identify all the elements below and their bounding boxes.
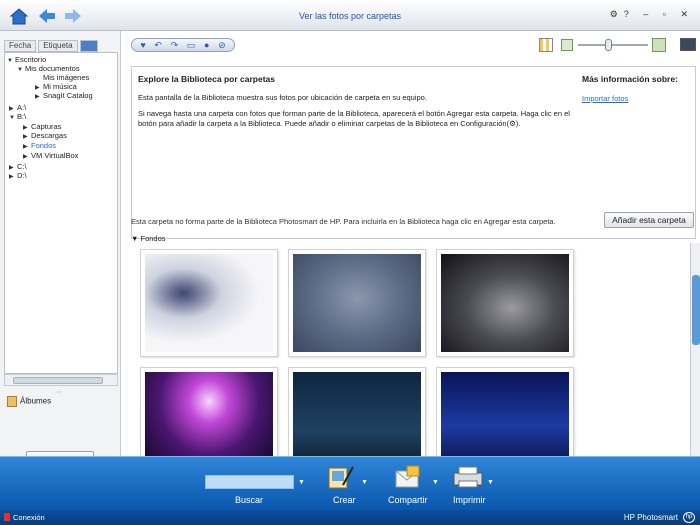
create-dropdown-icon[interactable]: ▼ — [361, 479, 368, 486]
import-photos-link[interactable]: Importar fotos — [582, 94, 628, 103]
photo-image — [293, 254, 421, 352]
tree-horizontal-scrollbar[interactable] — [4, 374, 118, 386]
rotate-left-icon[interactable]: ↶ — [154, 40, 162, 50]
info-paragraph-2: Si navega hasta una carpeta con fotos qu… — [138, 109, 570, 128]
view-tabs: Fecha Etiqueta — [4, 40, 98, 52]
add-folder-button[interactable]: Añadir esta carpeta — [604, 212, 694, 228]
tree-item-d-drive[interactable]: ▶ D:\ — [9, 171, 27, 180]
tab-fecha[interactable]: Fecha — [4, 40, 37, 52]
search-dropdown-icon[interactable]: ▼ — [298, 479, 305, 486]
album-icon — [7, 396, 17, 407]
create-icon[interactable] — [323, 463, 357, 491]
photo-thumbnail[interactable] — [288, 367, 426, 456]
printer-icon[interactable] — [451, 463, 485, 491]
folder-tree[interactable]: ▼ Escritorio ▼ Mis documentos Mis imágenes… — [4, 52, 118, 374]
check-icon[interactable]: ● — [204, 40, 209, 50]
info-paragraph-1: Esta pantalla de la Biblioteca muestra s… — [138, 93, 427, 102]
status-bar: Conexión HP Photosmart hp — [0, 510, 700, 525]
photo-thumbnail[interactable] — [436, 249, 574, 357]
gallery-vertical-scrollbar[interactable] — [690, 243, 700, 456]
zoom-slider[interactable] — [578, 44, 648, 46]
splitter-grip[interactable]: ⋯ — [56, 389, 62, 396]
action-bar: ▼ Buscar ▼ Crear ▼ Compartir ▼ Imprimir — [0, 456, 700, 510]
photo-image — [145, 254, 273, 352]
tree-item-capturas[interactable]: ▶ Capturas — [23, 122, 61, 131]
photo-image — [441, 254, 569, 352]
photo-gallery — [133, 243, 683, 456]
photo-image — [145, 372, 273, 456]
tree-item-c-drive[interactable]: ▶ C:\ — [9, 162, 27, 171]
connection-label[interactable]: Conexión — [13, 513, 45, 522]
search-label[interactable]: Buscar — [235, 495, 263, 505]
hp-logo-icon: hp — [683, 512, 695, 523]
photo-thumbnail[interactable] — [436, 367, 574, 456]
monitor-icon[interactable] — [680, 38, 696, 51]
folder-notice: Esta carpeta no forma parte de la Biblio… — [131, 217, 556, 226]
search-input[interactable] — [205, 475, 294, 489]
grid-view-icon[interactable] — [539, 38, 553, 52]
info-title: Explore la Biblioteca por carpetas — [138, 74, 275, 84]
tree-item-mi-musica[interactable]: ▶ Mi música — [35, 82, 77, 91]
create-label[interactable]: Crear — [333, 495, 356, 505]
tab-etiqueta[interactable]: Etiqueta — [38, 40, 78, 52]
left-pane: Fecha Etiqueta ▼ Escritorio ▼ Mis document… — [0, 31, 125, 467]
tree-item-mis-documentos[interactable]: ▼ Mis documentos — [17, 64, 80, 73]
tree-item-descargas[interactable]: ▶ Descargas — [23, 131, 67, 140]
photo-toolbar: ♥ ↶ ↷ ▭ ● ⊘ — [131, 38, 235, 52]
tree-item-vm-virtualbox[interactable]: ▶ VM VirtualBox — [23, 151, 78, 160]
photo-thumbnail[interactable] — [140, 249, 278, 357]
more-info-title: Más información sobre: — [582, 74, 678, 84]
tree-item-fondos[interactable]: ▶ Fondos — [23, 141, 56, 150]
print-label[interactable]: Imprimir — [453, 495, 486, 505]
tag-icon[interactable]: ▭ — [187, 40, 196, 50]
share-label[interactable]: Compartir — [388, 495, 428, 505]
scrollbar-thumb[interactable] — [692, 275, 700, 345]
zoom-slider-thumb[interactable] — [605, 39, 612, 51]
tree-item-escritorio[interactable]: ▼ Escritorio — [7, 55, 46, 64]
scrollbar-thumb[interactable] — [13, 377, 103, 384]
tree-item-snagit-catalog[interactable]: ▶ SnagIt Catalog — [35, 91, 93, 100]
title-bar: Ver las fotos por carpetas ⚙? – ▫ ✕ — [0, 0, 700, 31]
brand-label: HP Photosmart — [623, 513, 678, 522]
photo-thumbnail[interactable] — [140, 367, 278, 456]
tree-item-mis-imagenes[interactable]: Mis imágenes — [35, 73, 89, 82]
photo-thumbnail[interactable] — [288, 249, 426, 357]
connection-status-icon — [4, 513, 10, 521]
window-controls[interactable]: ⚙? – ▫ ✕ — [610, 9, 694, 20]
tab-folders[interactable] — [79, 40, 98, 52]
albums-item[interactable]: Álbumes — [7, 396, 51, 407]
window-title: Ver las fotos por carpetas — [298, 11, 402, 21]
share-icon[interactable] — [393, 463, 427, 491]
tree-item-a-drive[interactable]: ▶ A:\ — [9, 103, 26, 112]
share-dropdown-icon[interactable]: ▼ — [432, 479, 439, 486]
tree-item-b-drive[interactable]: ▼ B:\ — [9, 112, 26, 121]
zoom-small-icon[interactable] — [561, 39, 573, 51]
rotate-right-icon[interactable]: ↷ — [171, 40, 179, 50]
heart-icon[interactable]: ♥ — [140, 40, 145, 50]
zoom-large-icon[interactable] — [652, 38, 666, 52]
photo-image — [441, 372, 569, 456]
main-pane: ♥ ↶ ↷ ▭ ● ⊘ × Explore la Biblioteca por … — [121, 31, 700, 456]
print-dropdown-icon[interactable]: ▼ — [487, 479, 494, 486]
photo-image — [293, 372, 421, 456]
block-icon[interactable]: ⊘ — [218, 40, 226, 50]
folder-header[interactable]: ▼ Fondos — [131, 234, 166, 243]
